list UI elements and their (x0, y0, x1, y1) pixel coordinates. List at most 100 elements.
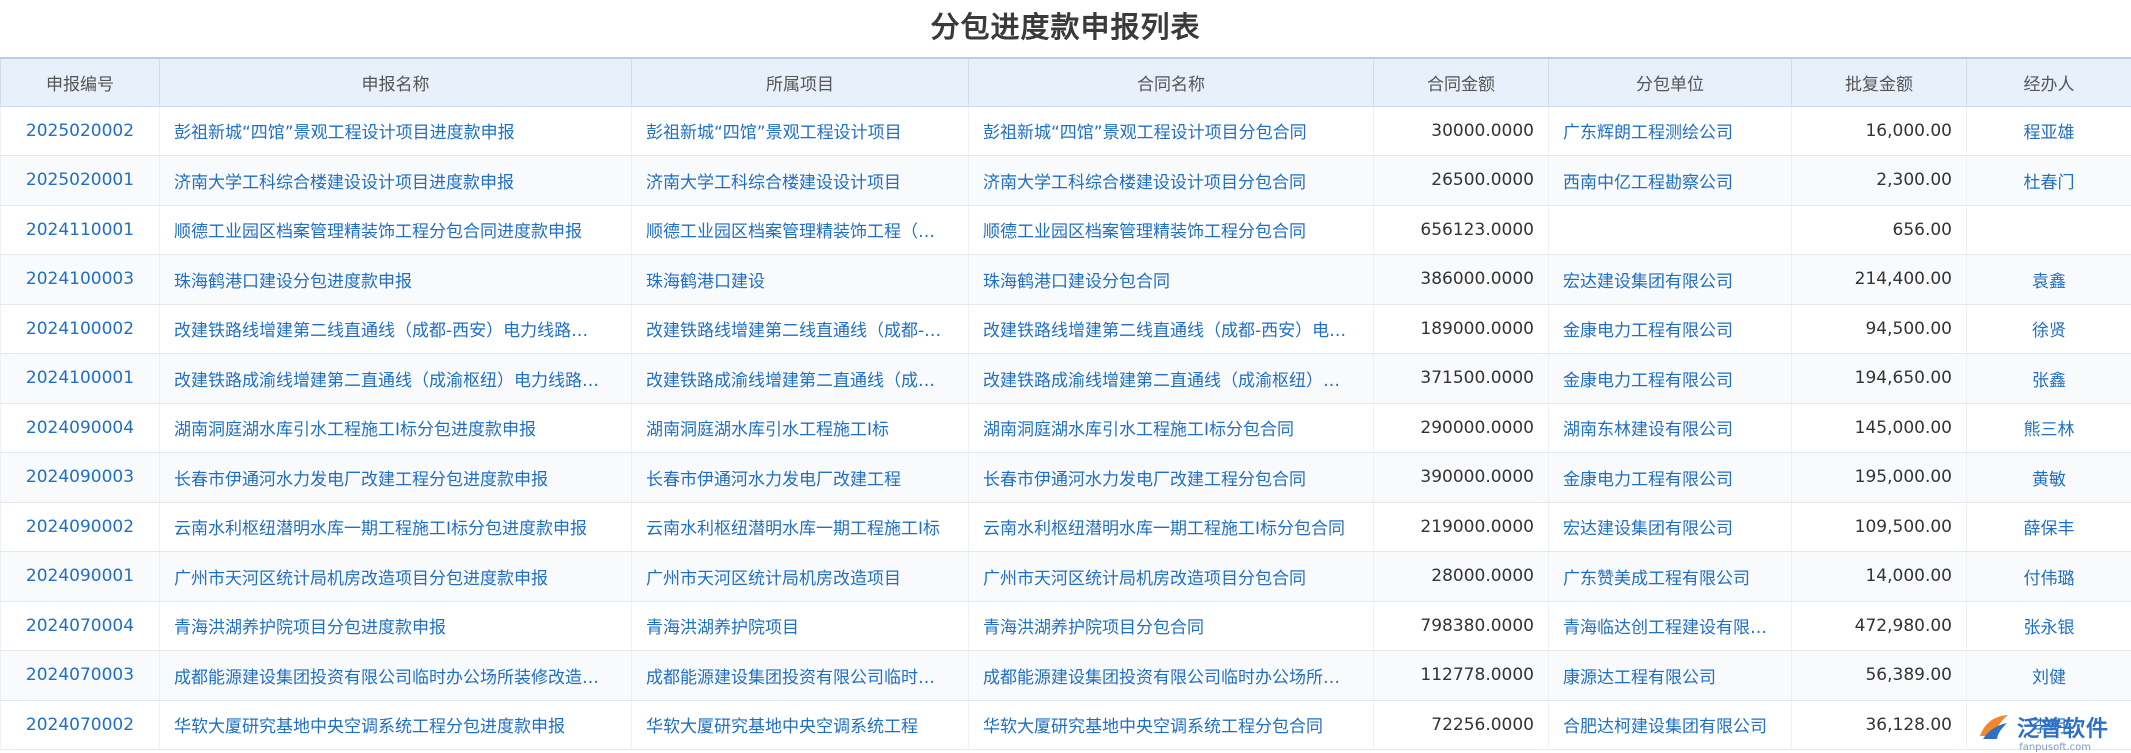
column-header-name[interactable]: 申报名称 (159, 57, 632, 107)
cell-contract[interactable]: 青海洪湖养护院项目分包合同 (968, 601, 1374, 651)
column-header-subcontractor[interactable]: 分包单位 (1548, 57, 1792, 107)
cell-approved-amount: 195,000.00 (1791, 452, 1967, 503)
cell-handler[interactable]: 黄敏 (1966, 452, 2131, 503)
cell-name[interactable]: 改建铁路成渝线增建第二直通线（成渝枢纽）电力线路… (159, 353, 632, 404)
cell-project[interactable]: 青海洪湖养护院项目 (631, 601, 969, 651)
table-row[interactable]: 2024070002 华软大厦研究基地中央空调系统工程分包进度款申报 华软大厦研究基… (0, 700, 2131, 750)
cell-subcontractor[interactable]: 宏达建设集团有限公司 (1548, 502, 1792, 552)
cell-contract[interactable]: 广州市天河区统计局机房改造项目分包合同 (968, 551, 1374, 602)
cell-handler[interactable]: 薛保丰 (1966, 502, 2131, 552)
cell-subcontractor[interactable]: 广东辉朗工程测绘公司 (1548, 106, 1792, 156)
cell-handler[interactable]: 袁鑫 (1966, 254, 2131, 305)
cell-subcontractor[interactable]: 金康电力工程有限公司 (1548, 353, 1792, 404)
cell-code[interactable]: 2024090004 (0, 403, 160, 453)
cell-code[interactable]: 2024070004 (0, 601, 160, 651)
cell-contract[interactable]: 改建铁路线增建第二线直通线（成都-西安）电… (968, 304, 1374, 354)
cell-code[interactable]: 2024090001 (0, 551, 160, 602)
table-row[interactable]: 2024070004 青海洪湖养护院项目分包进度款申报 青海洪湖养护院项目 青海洪湖养… (0, 601, 2131, 651)
cell-code[interactable]: 2024070002 (0, 700, 160, 750)
cell-name[interactable]: 广州市天河区统计局机房改造项目分包进度款申报 (159, 551, 632, 602)
cell-approved-amount: 194,650.00 (1791, 353, 1967, 404)
cell-name[interactable]: 顺德工业园区档案管理精装饰工程分包合同进度款申报 (159, 205, 632, 255)
table-row[interactable]: 2024110001 顺德工业园区档案管理精装饰工程分包合同进度款申报 顺德工业园区… (0, 205, 2131, 255)
cell-contract[interactable]: 成都能源建设集团投资有限公司临时办公场所… (968, 650, 1374, 701)
cell-code[interactable]: 2025020002 (0, 106, 160, 156)
cell-subcontractor[interactable]: 金康电力工程有限公司 (1548, 304, 1792, 354)
cell-handler[interactable]: 刘健 (1966, 650, 2131, 701)
cell-project[interactable]: 华软大厦研究基地中央空调系统工程 (631, 700, 969, 750)
column-header-approved-amount[interactable]: 批复金额 (1791, 57, 1967, 107)
cell-project[interactable]: 彭祖新城“四馆”景观工程设计项目 (631, 106, 969, 156)
cell-project[interactable]: 珠海鹤港口建设 (631, 254, 969, 305)
cell-project[interactable]: 改建铁路成渝线增建第二直通线（成… (631, 353, 969, 404)
cell-project[interactable]: 云南水利枢纽潜明水库一期工程施工I标 (631, 502, 969, 552)
cell-name[interactable]: 珠海鹤港口建设分包进度款申报 (159, 254, 632, 305)
cell-subcontractor[interactable]: 西南中亿工程勘察公司 (1548, 155, 1792, 206)
cell-project[interactable]: 顺德工业园区档案管理精装饰工程（… (631, 205, 969, 255)
cell-project[interactable]: 改建铁路线增建第二线直通线（成都-… (631, 304, 969, 354)
cell-project[interactable]: 济南大学工科综合楼建设设计项目 (631, 155, 969, 206)
cell-code[interactable]: 2024100003 (0, 254, 160, 305)
cell-name[interactable]: 青海洪湖养护院项目分包进度款申报 (159, 601, 632, 651)
table-row[interactable]: 2025020002 彭祖新城“四馆”景观工程设计项目进度款申报 彭祖新城“四馆”景… (0, 106, 2131, 156)
cell-code[interactable]: 2024090003 (0, 452, 160, 503)
cell-project[interactable]: 广州市天河区统计局机房改造项目 (631, 551, 969, 602)
cell-project[interactable]: 成都能源建设集团投资有限公司临时… (631, 650, 969, 701)
cell-contract[interactable]: 改建铁路成渝线增建第二直通线（成渝枢纽）… (968, 353, 1374, 404)
cell-project[interactable]: 长春市伊通河水力发电厂改建工程 (631, 452, 969, 503)
cell-contract[interactable]: 华软大厦研究基地中央空调系统工程分包合同 (968, 700, 1374, 750)
cell-handler[interactable]: 程亚雄 (1966, 106, 2131, 156)
cell-project[interactable]: 湖南洞庭湖水库引水工程施工I标 (631, 403, 969, 453)
cell-code[interactable]: 2024100002 (0, 304, 160, 354)
cell-contract[interactable]: 珠海鹤港口建设分包合同 (968, 254, 1374, 305)
cell-contract[interactable]: 长春市伊通河水力发电厂改建工程分包合同 (968, 452, 1374, 503)
cell-subcontractor[interactable]: 宏达建设集团有限公司 (1548, 254, 1792, 305)
cell-handler[interactable]: 熊三林 (1966, 403, 2131, 453)
table-row[interactable]: 2024090003 长春市伊通河水力发电厂改建工程分包进度款申报 长春市伊通河水力… (0, 452, 2131, 503)
table-row[interactable]: 2025020001 济南大学工科综合楼建设设计项目进度款申报 济南大学工科综合楼建… (0, 155, 2131, 206)
cell-name[interactable]: 彭祖新城“四馆”景观工程设计项目进度款申报 (159, 106, 632, 156)
cell-subcontractor[interactable]: 湖南东林建设有限公司 (1548, 403, 1792, 453)
table-row[interactable]: 2024090001 广州市天河区统计局机房改造项目分包进度款申报 广州市天河区统计… (0, 551, 2131, 602)
table-row[interactable]: 2024100003 珠海鹤港口建设分包进度款申报 珠海鹤港口建设 珠海鹤港口建设分包… (0, 254, 2131, 305)
table-row[interactable]: 2024100001 改建铁路成渝线增建第二直通线（成渝枢纽）电力线路… 改建铁路成… (0, 353, 2131, 404)
cell-subcontractor[interactable]: 金康电力工程有限公司 (1548, 452, 1792, 503)
table-row[interactable]: 2024070003 成都能源建设集团投资有限公司临时办公场所装修改造… 成都能源建… (0, 650, 2131, 701)
cell-subcontractor[interactable]: 合肥达柯建设集团有限公司 (1548, 700, 1792, 750)
cell-code[interactable]: 2024090002 (0, 502, 160, 552)
cell-name[interactable]: 成都能源建设集团投资有限公司临时办公场所装修改造… (159, 650, 632, 701)
cell-handler[interactable]: 张鑫 (1966, 353, 2131, 404)
cell-handler[interactable]: 付伟璐 (1966, 551, 2131, 602)
cell-handler[interactable]: 张永银 (1966, 601, 2131, 651)
cell-contract[interactable]: 云南水利枢纽潜明水库一期工程施工I标分包合同 (968, 502, 1374, 552)
cell-name[interactable]: 湖南洞庭湖水库引水工程施工I标分包进度款申报 (159, 403, 632, 453)
cell-name[interactable]: 济南大学工科综合楼建设设计项目进度款申报 (159, 155, 632, 206)
cell-code[interactable]: 2025020001 (0, 155, 160, 206)
cell-contract[interactable]: 彭祖新城“四馆”景观工程设计项目分包合同 (968, 106, 1374, 156)
column-header-code[interactable]: 申报编号 (0, 57, 160, 107)
cell-contract[interactable]: 顺德工业园区档案管理精装饰工程分包合同 (968, 205, 1374, 255)
cell-subcontractor[interactable]: 青海临达创工程建设有限… (1548, 601, 1792, 651)
table-row[interactable]: 2024090004 湖南洞庭湖水库引水工程施工I标分包进度款申报 湖南洞庭湖水库引… (0, 403, 2131, 453)
cell-subcontractor[interactable]: 广东赞美成工程有限公司 (1548, 551, 1792, 602)
cell-name[interactable]: 改建铁路线增建第二线直通线（成都-西安）电力线路… (159, 304, 632, 354)
cell-subcontractor[interactable]: 康源达工程有限公司 (1548, 650, 1792, 701)
column-header-handler[interactable]: 经办人 (1966, 57, 2131, 107)
column-header-project[interactable]: 所属项目 (631, 57, 969, 107)
cell-handler[interactable] (1966, 205, 2131, 255)
cell-code[interactable]: 2024100001 (0, 353, 160, 404)
cell-code[interactable]: 2024070003 (0, 650, 160, 701)
cell-handler[interactable]: 杜春门 (1966, 155, 2131, 206)
table-row[interactable]: 2024100002 改建铁路线增建第二线直通线（成都-西安）电力线路… 改建铁路线… (0, 304, 2131, 354)
cell-handler[interactable]: 徐贤 (1966, 304, 2131, 354)
cell-contract[interactable]: 济南大学工科综合楼建设设计项目分包合同 (968, 155, 1374, 206)
cell-name[interactable]: 长春市伊通河水力发电厂改建工程分包进度款申报 (159, 452, 632, 503)
column-header-contract[interactable]: 合同名称 (968, 57, 1374, 107)
table-row[interactable]: 2024090002 云南水利枢纽潜明水库一期工程施工I标分包进度款申报 云南水利枢… (0, 502, 2131, 552)
cell-name[interactable]: 云南水利枢纽潜明水库一期工程施工I标分包进度款申报 (159, 502, 632, 552)
cell-code[interactable]: 2024110001 (0, 205, 160, 255)
cell-contract[interactable]: 湖南洞庭湖水库引水工程施工I标分包合同 (968, 403, 1374, 453)
cell-name[interactable]: 华软大厦研究基地中央空调系统工程分包进度款申报 (159, 700, 632, 750)
column-header-contract-amount[interactable]: 合同金额 (1373, 57, 1549, 107)
cell-subcontractor[interactable] (1548, 205, 1792, 255)
